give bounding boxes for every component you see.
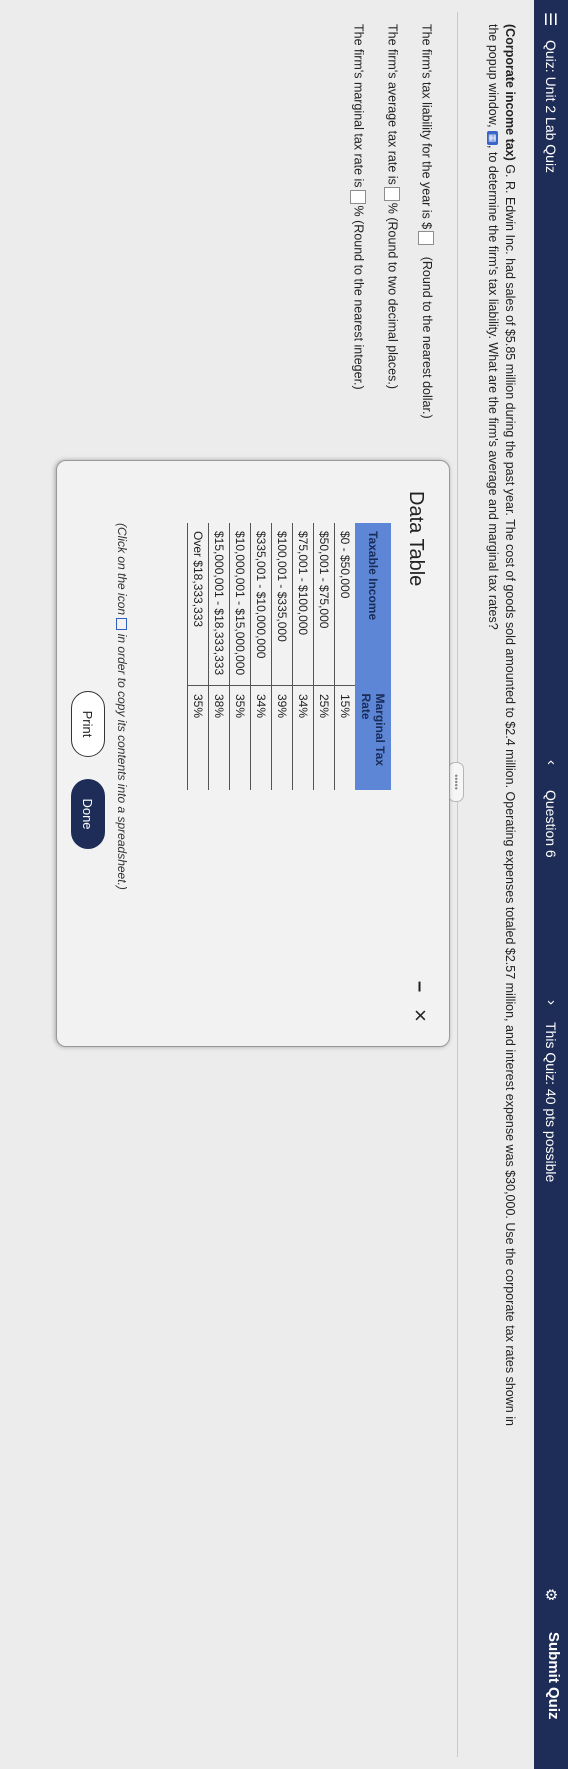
quiz-screen: ☰ Quiz: Unit 2 Lab Quiz ‹ Question 6 › T… xyxy=(0,0,568,1769)
section-divider xyxy=(457,12,458,1757)
question-text: (Corporate income tax) G. R. Edwin Inc. … xyxy=(484,24,518,1744)
data-table-popup: Data Table – × Taxable Income Marginal T… xyxy=(56,460,450,1047)
table-row: $0 - $50,000 15% xyxy=(334,523,355,790)
copy-icon[interactable] xyxy=(115,618,127,631)
data-table-icon[interactable]: ▦ xyxy=(486,131,498,146)
table-row: $15,000,001 - $18,333,333 38% xyxy=(208,523,230,790)
popup-title: Data Table xyxy=(405,491,427,587)
collapse-handle[interactable]: ••••• xyxy=(448,762,464,802)
average-rate-label: The firm's average tax rate is xyxy=(385,24,400,185)
tax-liability-hint: (Round to the nearest dollar.) xyxy=(419,256,434,419)
income-range: $10,000,001 - $15,000,000 xyxy=(229,523,251,686)
previous-question-icon[interactable]: ‹ xyxy=(543,760,560,765)
tax-rate-table-wrap: Taxable Income Marginal Tax Rate $0 - $5… xyxy=(187,523,391,790)
income-range: $100,001 - $335,000 xyxy=(271,523,293,686)
print-button[interactable]: Print xyxy=(71,691,105,757)
income-range: $75,001 - $100,000 xyxy=(292,523,314,686)
table-row: Over $18,333,333 35% xyxy=(187,523,209,790)
minimize-icon[interactable]: – xyxy=(408,981,431,992)
marginal-rate-input[interactable] xyxy=(350,189,366,204)
table-row: $10,000,001 - $15,000,000 35% xyxy=(229,523,251,790)
tax-rate-table: Taxable Income Marginal Tax Rate $0 - $5… xyxy=(187,523,391,790)
tax-rate: 39% xyxy=(271,685,293,790)
question-label: Question 6 xyxy=(543,790,559,858)
settings-gear-icon[interactable]: ⚙ xyxy=(542,1588,560,1601)
income-range: $50,001 - $75,000 xyxy=(313,523,335,686)
marginal-rate-hint: % (Round to the nearest integer.) xyxy=(351,205,366,390)
question-body: G. R. Edwin Inc. had sales of $5.85 mill… xyxy=(503,160,517,1426)
top-bar: ☰ Quiz: Unit 2 Lab Quiz ‹ Question 6 › T… xyxy=(534,0,568,1769)
submit-quiz-button[interactable]: Submit Quiz xyxy=(545,1632,562,1720)
tax-rate: 34% xyxy=(250,685,272,790)
done-button[interactable]: Done xyxy=(71,779,105,849)
tax-rate: 25% xyxy=(313,685,335,790)
question-body-3: , to determine the firm's tax liability.… xyxy=(486,145,500,630)
income-range: Over $18,333,333 xyxy=(187,523,209,686)
income-range: $335,001 - $10,000,000 xyxy=(250,523,272,686)
copy-note-prefix: (Click on the icon xyxy=(115,523,129,616)
next-question-icon[interactable]: › xyxy=(543,1000,560,1005)
close-icon[interactable]: × xyxy=(407,1009,433,1022)
tax-liability-label: The firm's tax liability for the year is… xyxy=(419,24,434,230)
tax-rate: 34% xyxy=(292,685,314,790)
tax-liability-input[interactable] xyxy=(418,231,434,246)
header-marginal-rate: Marginal Tax Rate xyxy=(355,685,391,790)
tax-rate: 38% xyxy=(208,685,230,790)
tax-rate: 15% xyxy=(334,685,355,790)
tax-liability-row: The firm's tax liability for the year is… xyxy=(418,24,434,419)
income-range: $15,000,001 - $18,333,333 xyxy=(208,523,230,686)
marginal-rate-row: The firm's marginal tax rate is % (Round … xyxy=(350,24,366,390)
copy-instruction: (Click on the icon in order to copy its … xyxy=(115,523,129,890)
question-topic: (Corporate income tax) xyxy=(503,24,517,161)
average-rate-hint: % (Round to two decimal places.) xyxy=(385,202,400,389)
tax-rate: 35% xyxy=(187,685,209,790)
table-row: $100,001 - $335,000 39% xyxy=(271,523,293,790)
table-row: $50,001 - $75,000 25% xyxy=(313,523,335,790)
income-range: $0 - $50,000 xyxy=(334,523,355,686)
table-row: $75,001 - $100,000 34% xyxy=(292,523,314,790)
average-rate-row: The firm's average tax rate is % (Round t… xyxy=(384,24,400,389)
table-header-row: Taxable Income Marginal Tax Rate xyxy=(355,523,391,790)
tax-rate: 35% xyxy=(229,685,251,790)
table-row: $335,001 - $10,000,000 34% xyxy=(250,523,272,790)
header-taxable-income: Taxable Income xyxy=(355,523,391,686)
menu-icon[interactable]: ☰ xyxy=(540,12,560,26)
question-body-2: the popup window, xyxy=(486,24,500,128)
quiz-title: Quiz: Unit 2 Lab Quiz xyxy=(543,40,559,174)
marginal-rate-label: The firm's marginal tax rate is xyxy=(351,24,366,188)
copy-note-suffix: in order to copy its contents into a spr… xyxy=(115,633,129,890)
quiz-points: This Quiz: 40 pts possible xyxy=(543,1022,559,1183)
average-rate-input[interactable] xyxy=(384,186,400,201)
